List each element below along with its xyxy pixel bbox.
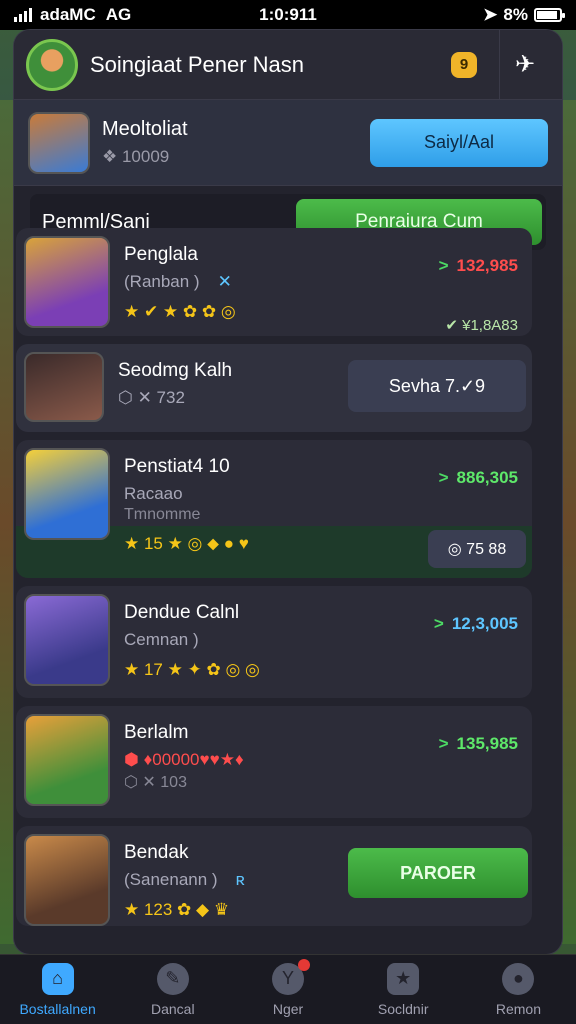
list-item[interactable]: Penstiat4 10 Racaao Tmnomme ★ 15 ★ ◎ ⬥ ●… [16, 440, 532, 578]
rating-stars: ★ 123 ✿ ◆ ♛ [124, 900, 230, 919]
avatar[interactable] [26, 38, 78, 91]
player-list: Penglala (Ranban ) ✕ ★ ✔ ★ ✿ ✿ ◎ >132,985… [16, 228, 532, 934]
tab-nger[interactable]: Y Nger [230, 955, 345, 1024]
pencil-icon: ✎ [156, 962, 189, 995]
card-subtitle-2: ⬡ ✕ 103 [124, 774, 187, 791]
status-time: 1:0:911 [259, 5, 317, 24]
profile-name: Meoltoliat [102, 118, 188, 140]
tab-dancal[interactable]: ✎ Dancal [115, 955, 230, 1024]
character-thumbnail [24, 594, 110, 686]
tab-label: Nger [272, 1000, 304, 1017]
header: Soingiaat Pener Nasn 9 ✈ [14, 30, 562, 100]
card-subtitle: (Ranban ) [124, 272, 200, 291]
card-pill-button[interactable]: Sevha 7.✓9 [348, 360, 526, 412]
character-thumbnail [24, 834, 110, 926]
battery-percent: 8% [503, 5, 528, 24]
card-secondary-value: ✔ ¥1,8A83 [445, 317, 518, 334]
card-value: 132,985 [456, 256, 518, 275]
home-icon: ⌂ [41, 962, 74, 995]
network-label: AG [105, 5, 132, 24]
chevron-right-icon: > [438, 734, 449, 753]
chevron-right-icon: > [438, 256, 449, 275]
tab-remon[interactable]: ● Remon [461, 955, 576, 1024]
signal-icon [14, 8, 32, 22]
list-item[interactable]: Penglala (Ranban ) ✕ ★ ✔ ★ ✿ ✿ ◎ >132,985… [16, 228, 532, 336]
location-icon: ➤ [483, 5, 498, 24]
carrier-label: adaMC [40, 5, 96, 24]
character-thumbnail [24, 352, 104, 422]
tab-label: Bostallalnen [19, 1000, 96, 1017]
list-item[interactable]: Bendak (Sanenann ) ʀ ★ 123 ✿ ◆ ♛ PAROER [16, 826, 532, 926]
chevron-right-icon: > [433, 614, 444, 633]
user-icon: ● [502, 962, 535, 995]
target-icon: Y [272, 958, 310, 995]
notification-badge [298, 958, 310, 971]
page-title: Soingiaat Pener Nasn [90, 51, 305, 77]
card-value: 886,305 [456, 468, 518, 487]
coin-badge-button[interactable]: 9 [451, 51, 477, 78]
tab-label: Socldnir [377, 1000, 429, 1017]
profile-action-button[interactable]: Saiyl/Aal [370, 118, 548, 167]
tab-home[interactable]: ⌂ Bostallalnen [0, 955, 115, 1024]
card-subtitle-2: Tmnomme [124, 506, 201, 523]
card-action-button[interactable]: PAROER [348, 848, 528, 898]
battery-icon [534, 8, 565, 22]
tab-label: Dancal [151, 1000, 195, 1017]
profile-card: Meoltoliat ❖ 10009 Saiyl/Aal [14, 100, 562, 186]
status-bar: adaMC AG 1:0:911 ➤ 8% [0, 0, 576, 30]
character-thumbnail [24, 448, 110, 540]
character-thumbnail [24, 236, 110, 328]
character-thumbnail [24, 714, 110, 806]
share-icon[interactable]: ✈ [500, 50, 550, 79]
card-pill-button[interactable]: ◎ 75 88 [428, 530, 526, 568]
list-item[interactable]: Seodmg Kalh ⬡ ✕ 732 Sevha 7.✓9 [16, 344, 532, 432]
profile-avatar [28, 111, 90, 174]
card-value: 135,985 [456, 734, 518, 753]
card-value: 12,3,005 [451, 614, 518, 633]
chevron-right-icon: > [438, 468, 449, 487]
trophy-icon: ★ [387, 962, 420, 995]
class-icon: ✕ [217, 272, 232, 291]
tab-label: Remon [495, 1000, 541, 1017]
tab-socldnir[interactable]: ★ Socldnir [346, 955, 461, 1024]
card-subtitle: (Sanenann ) [124, 870, 218, 889]
list-item[interactable]: Berlalm ⬢ ♦00000♥♥★♦ ⬡ ✕ 103 >135,985 [16, 706, 532, 818]
rating-stars: ★ 17 ★ ✦ ✿ ◎ ◎ [124, 660, 260, 679]
profile-score: ❖ 10009 [102, 147, 170, 166]
list-item[interactable]: Dendue Calnl Cemnan ) ★ 17 ★ ✦ ✿ ◎ ◎ >12… [16, 586, 532, 698]
bottom-tab-bar: ⌂ Bostallalnen ✎ Dancal Y Nger ★ Socldni… [0, 954, 576, 1024]
class-icon: ʀ [235, 870, 245, 889]
